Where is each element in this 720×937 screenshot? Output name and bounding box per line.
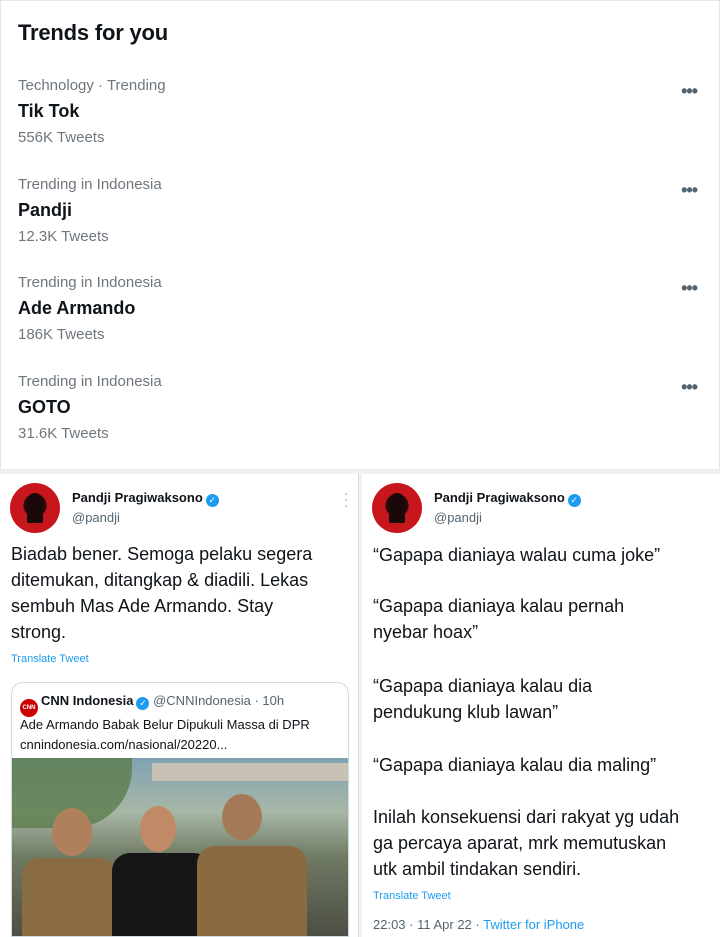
trend-context: Technology · Trending [18, 77, 166, 94]
trends-panel: Trends for you Technology · Trending Tik… [0, 0, 720, 470]
verified-badge-icon: ✓ [205, 494, 219, 507]
author-name-text: Pandji Pragiwaksono [72, 490, 203, 505]
tweet-meta: 22:03 · 11 Apr 22 · Twitter for iPhone [373, 917, 584, 932]
trend-item[interactable]: Trending in Indonesia GOTO 31.6K Tweets … [1, 373, 719, 469]
more-options-icon[interactable]: ••• [681, 377, 698, 398]
trend-context: Trending in Indonesia [18, 176, 162, 193]
quoted-tweet[interactable]: CNN CNN Indonesia ✓ @CNNIndonesia · 10h Ad… [11, 682, 349, 937]
tweet-paragraph: Inilah konsekuensi dari rakyat yg udah g… [373, 804, 718, 882]
tweet-paragraph: “Gapapa dianiaya kalau dia pendukung klu… [373, 673, 718, 725]
tweet-text-line: sembuh Mas Ade Armando. Stay [11, 596, 274, 616]
trend-count: 31.6K Tweets [18, 425, 109, 442]
tweet-text-line: “Gapapa dianiaya kalau pernah [373, 596, 625, 616]
author-handle[interactable]: @pandji [72, 510, 120, 525]
tweet-text-line: utk ambil tindakan sendiri. [373, 859, 582, 879]
tweet-text-line: ditemukan, ditangkap & diadili. Lekas [11, 570, 309, 590]
quote-link[interactable]: cnnindonesia.com/nasional/20220... [20, 737, 227, 752]
news-photo[interactable] [12, 758, 348, 936]
tweet-paragraph: “Gapapa dianiaya kalau pernah nyebar hoa… [373, 593, 718, 645]
trend-count: 12.3K Tweets [18, 228, 109, 245]
quote-headline: Ade Armando Babak Belur Dipukuli Massa d… [20, 717, 310, 732]
more-options-icon[interactable]: · · · [344, 486, 349, 512]
trend-item[interactable]: Trending in Indonesia Pandji 12.3K Tweet… [1, 176, 719, 272]
more-options-icon[interactable]: ••• [681, 278, 698, 299]
trend-count: 556K Tweets [18, 129, 105, 146]
trend-item[interactable]: Technology · Trending Tik Tok 556K Tweet… [1, 77, 719, 173]
tweet-text-line: “Gapapa dianiaya kalau dia maling” [373, 755, 657, 775]
author-handle[interactable]: @pandji [434, 510, 482, 525]
avatar[interactable] [372, 483, 422, 533]
quote-author-handle[interactable]: @CNNIndonesia [153, 693, 251, 708]
quote-header: CNN CNN Indonesia ✓ @CNNIndonesia · 10h [20, 693, 284, 717]
trend-name[interactable]: GOTO [18, 397, 71, 418]
verified-badge-icon: ✓ [567, 494, 581, 507]
tweet-text-line: strong. [11, 622, 67, 642]
tweet-text-line: “Gapapa dianiaya kalau dia [373, 676, 593, 696]
tweet-source[interactable]: Twitter for iPhone [483, 917, 584, 932]
author-name[interactable]: Pandji Pragiwaksono ✓ [72, 490, 219, 507]
trends-title: Trends for you [18, 20, 168, 45]
avatar[interactable] [10, 483, 60, 533]
verified-badge-icon: ✓ [136, 697, 150, 710]
more-options-icon[interactable]: ••• [681, 180, 698, 201]
translate-tweet-link[interactable]: Translate Tweet [373, 890, 451, 902]
trend-count: 186K Tweets [18, 326, 105, 343]
trend-name[interactable]: Tik Tok [18, 101, 79, 122]
tweet-paragraph: “Gapapa dianiaya walau cuma joke” [373, 542, 718, 568]
trend-item[interactable]: Trending in Indonesia Ade Armando 186K T… [1, 274, 719, 370]
translate-tweet-link[interactable]: Translate Tweet [11, 653, 89, 665]
tweet-text-line: pendukung klub lawan” [373, 702, 559, 722]
tweet-text-line: “Gapapa dianiaya walau cuma joke” [373, 545, 661, 565]
author-name-text: Pandji Pragiwaksono [434, 490, 565, 505]
trend-name[interactable]: Pandji [18, 200, 72, 221]
more-options-icon[interactable]: ••• [681, 81, 698, 102]
tweet-text-line: nyebar hoax” [373, 622, 479, 642]
quote-time: · 10h [254, 693, 285, 708]
trend-context: Trending in Indonesia [18, 274, 162, 291]
quote-author-name[interactable]: CNN Indonesia [41, 693, 133, 708]
trend-name[interactable]: Ade Armando [18, 298, 135, 319]
tweet-text-line: ga percaya aparat, mrk memutuskan [373, 833, 667, 853]
tweet-paragraph: “Gapapa dianiaya kalau dia maling” [373, 752, 718, 778]
trend-context: Trending in Indonesia [18, 373, 162, 390]
tweet-timestamp[interactable]: 22:03 · 11 Apr 22 · [373, 917, 480, 932]
tweet-text-line: Biadab bener. Semoga pelaku segera [11, 544, 313, 564]
cnn-logo-icon: CNN [20, 699, 38, 717]
author-name[interactable]: Pandji Pragiwaksono ✓ [434, 490, 581, 507]
tweet-card[interactable]: Pandji Pragiwaksono ✓ @pandji “Gapapa dia… [362, 474, 720, 937]
tweet-text-line: Inilah konsekuensi dari rakyat yg udah [373, 807, 680, 827]
